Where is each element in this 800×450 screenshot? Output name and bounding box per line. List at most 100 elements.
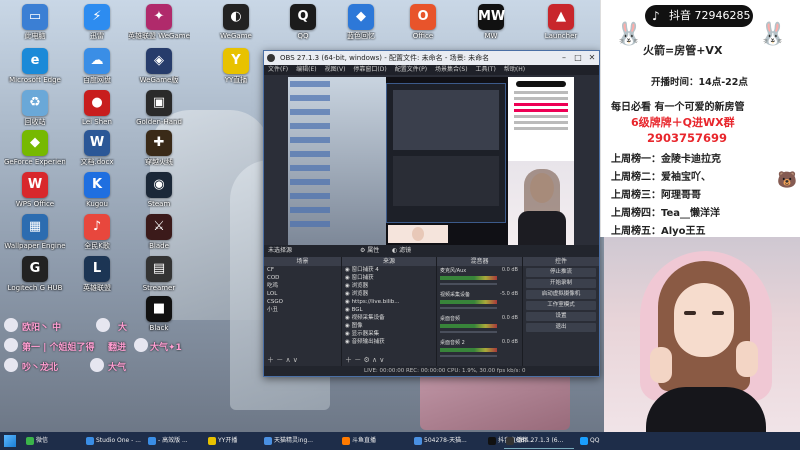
properties-button[interactable]: ⚙ 属性: [360, 245, 379, 257]
avatar: [96, 318, 110, 332]
source-item[interactable]: ◉ 窗口捕获: [342, 274, 436, 282]
control-button[interactable]: 开始录制: [526, 279, 596, 288]
douyin-id: 抖音 72946285: [669, 9, 751, 22]
volume-slider[interactable]: [440, 283, 497, 285]
desktop-icon-label: Microsoft Edge: [9, 76, 61, 84]
desktop-icon[interactable]: ▲ Launcher: [530, 2, 592, 56]
source-item[interactable]: ◉ 视频采集设备: [342, 314, 436, 322]
control-button[interactable]: 退出: [526, 323, 596, 332]
menu-item[interactable]: 视图(V): [325, 66, 346, 73]
bunny-icon: 🐰: [615, 22, 643, 47]
desktop-icon[interactable]: O Office: [392, 2, 454, 56]
taskbar-item[interactable]: - 高效版 ...: [146, 433, 202, 449]
menu-item[interactable]: 工具(T): [476, 66, 496, 73]
desktop-icon-label: 全民K歌: [84, 242, 110, 250]
chat-message: 大: [118, 323, 128, 333]
control-button[interactable]: 设置: [526, 312, 596, 321]
desktop-icon-label: Lei Shen: [82, 118, 112, 126]
source-controls[interactable]: ＋ － ⚙ ∧ ∨: [345, 355, 384, 365]
taskbar-item[interactable]: YY开播: [206, 433, 256, 449]
obs-title: OBS 27.1.3 (64-bit, windows) - 配置文件: 未命名…: [280, 54, 490, 62]
desktop-icon[interactable]: ◆ 蓝色回忆: [330, 2, 392, 56]
desktop-icon-label: Golden-Hand: [136, 118, 182, 126]
sources-dock: 来源 ◉ 窗口捕获 4 ◉ 窗口捕获 ◉ 浏览器 ◉ 浏览器 ◉ https://liv…: [342, 257, 437, 367]
maximize-icon[interactable]: □: [571, 51, 585, 65]
taskbar-item[interactable]: 天猫精灵ing...: [262, 433, 332, 449]
scene-item[interactable]: 吃鸡: [264, 282, 341, 290]
desktop-icon[interactable]: Q QQ: [272, 2, 334, 56]
wallpaper-engine-icon: ▦: [22, 214, 48, 240]
source-item[interactable]: ◉ https://live.bilib...: [342, 298, 436, 306]
desktop-icon[interactable]: G Logitech G HUB: [4, 254, 66, 308]
preview-desktop: [288, 77, 386, 245]
volume-slider[interactable]: [440, 307, 497, 309]
menu-item[interactable]: 配置文件(P): [395, 66, 427, 73]
volume-meter: [440, 300, 497, 304]
fan-badge-notice: 6级牌牌＋Q进WX群: [631, 116, 735, 129]
taskbar-item[interactable]: QQ: [578, 433, 614, 449]
volume-slider[interactable]: [440, 355, 497, 357]
close-icon[interactable]: ✕: [585, 51, 599, 65]
desktop-icon-label: 穿越火线: [145, 158, 173, 166]
office-icon: O: [410, 4, 436, 30]
xunlei-icon: ⚡: [84, 4, 110, 30]
volume-slider[interactable]: [440, 331, 497, 333]
taskbar-item[interactable]: 微信: [24, 433, 62, 449]
desktop-icon-label: Black: [149, 324, 169, 332]
desktop-icon[interactable]: L 英雄联盟: [66, 254, 128, 308]
windows-start-icon[interactable]: [4, 435, 16, 447]
menu-item[interactable]: 文件(F): [268, 66, 288, 73]
minimize-icon[interactable]: –: [557, 51, 571, 65]
taskbar: 微信 Studio One - ... - 高效版 ... YY开播 天猫精灵ing..…: [0, 432, 800, 450]
obs-titlebar[interactable]: OBS 27.1.3 (64-bit, windows) - 配置文件: 未命名…: [264, 51, 599, 65]
desktop-icon[interactable]: MW MW: [460, 2, 522, 56]
taskbar-item[interactable]: OBS 27.1.3 (6...: [504, 433, 574, 449]
avatar: [90, 358, 104, 372]
control-button[interactable]: 工作室模式: [526, 301, 596, 310]
source-item[interactable]: ◉ 图像: [342, 322, 436, 330]
source-item[interactable]: ◉ 显示器采集: [342, 330, 436, 338]
obs-preview[interactable]: [288, 77, 574, 245]
scene-controls[interactable]: ＋ － ∧ ∨: [267, 355, 298, 365]
scene-item[interactable]: CSGO: [264, 298, 341, 306]
menu-item[interactable]: 编辑(E): [296, 66, 316, 73]
taskbar-item[interactable]: 斗鱼直播: [340, 433, 400, 449]
controls-dock: 控件 停止推流 开始录制 启动虚拟摄像机 工作室模式 设置 退出: [523, 257, 599, 367]
control-button[interactable]: 停止推流: [526, 268, 596, 277]
avatar: [4, 358, 18, 372]
source-label: https://live.bilib...: [351, 299, 400, 305]
desktop-icon-label: Launcher: [544, 32, 578, 40]
desktop: ▭ 此电脑 e Microsoft Edge ♻ 回收站 ◆ GeForce Experien…: [0, 0, 800, 450]
filters-button[interactable]: ◐ 滤镜: [392, 245, 411, 257]
scene-item[interactable]: 小丑: [264, 306, 341, 314]
control-button[interactable]: 启动虚拟摄像机: [526, 290, 596, 299]
desktop-icon-label: WPS Office: [15, 200, 55, 208]
desktop-icon[interactable]: Y YY直播: [205, 46, 267, 100]
scene-item[interactable]: CF: [264, 266, 341, 274]
scene-item[interactable]: COD: [264, 274, 341, 282]
desktop-icon-label: 百度网盘: [83, 76, 111, 84]
menu-item[interactable]: 停靠窗口(D): [353, 66, 386, 73]
source-item[interactable]: ◉ BGL: [342, 306, 436, 314]
desktop-icon-label: Office: [412, 32, 434, 40]
launcher-icon: ▲: [548, 4, 574, 30]
taskbar-item[interactable]: 504278-天猫...: [412, 433, 482, 449]
desktop-icon-label: GeForce Experience: [4, 158, 66, 166]
menu-item[interactable]: 帮助(H): [504, 66, 525, 73]
source-item[interactable]: ◉ 浏览器: [342, 282, 436, 290]
word-doc-icon: W: [84, 130, 110, 156]
source-item[interactable]: ◉ 浏览器: [342, 290, 436, 298]
source-item[interactable]: ◉ 窗口捕获 4: [342, 266, 436, 274]
volume-meter: [440, 348, 497, 352]
desktop-icon-label: 文档.docx: [80, 158, 114, 166]
sources-header: 来源: [342, 257, 436, 266]
computer-icon: ▭: [22, 4, 48, 30]
source-item[interactable]: ◉ 音频输出捕获: [342, 338, 436, 346]
scene-item[interactable]: LOL: [264, 290, 341, 298]
bear-icon: 🐻: [777, 170, 797, 189]
qq-icon: Q: [290, 4, 316, 30]
taskbar-item[interactable]: Studio One - ...: [84, 433, 142, 449]
source-label: 显示器采集: [351, 331, 380, 337]
obs-window[interactable]: OBS 27.1.3 (64-bit, windows) - 配置文件: 未命名…: [263, 50, 600, 377]
menu-item[interactable]: 场景集合(S): [435, 66, 468, 73]
